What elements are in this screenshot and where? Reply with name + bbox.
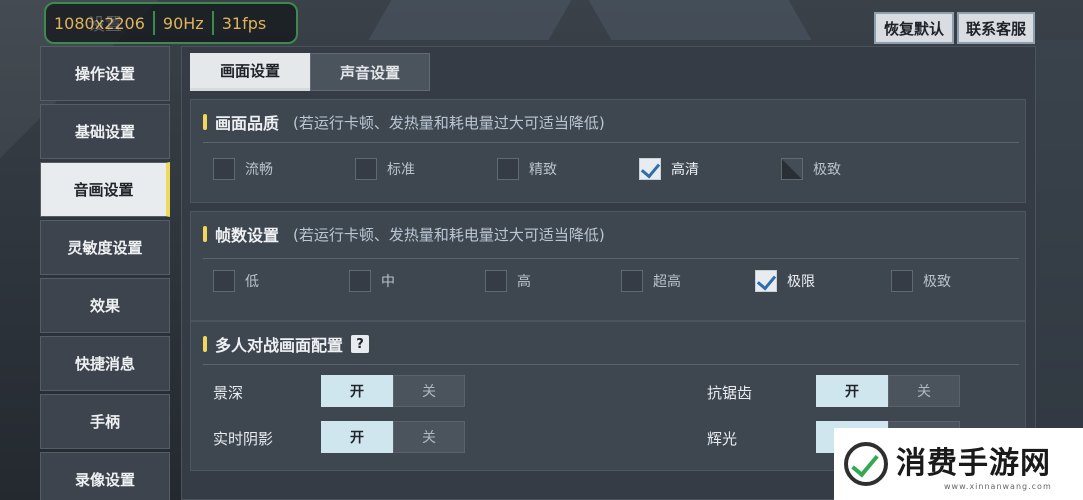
sidebar-item-sensitivity[interactable]: 灵敏度设置 xyxy=(40,220,170,275)
sidebar-item-basic[interactable]: 基础设置 xyxy=(40,104,170,159)
option-label: 流畅 xyxy=(245,162,273,178)
realtime-shadow-label: 实时阴影 xyxy=(213,430,274,448)
quality-section: 画面品质 (若运行卡顿、发热量和耗电量过大可适当降低) 流畅 标准 精致 高清 … xyxy=(190,99,1026,203)
checkbox[interactable] xyxy=(485,270,507,292)
section-header: 多人对战画面配置 ? xyxy=(203,332,370,356)
toggle-on[interactable]: 开 xyxy=(816,375,888,407)
checkbox[interactable] xyxy=(621,270,643,292)
sidebar-item-controller[interactable]: 手柄 xyxy=(40,394,170,449)
option-label: 极限 xyxy=(787,274,815,290)
bloom-label: 辉光 xyxy=(707,430,738,448)
accent-bar xyxy=(203,226,207,242)
checkbox[interactable] xyxy=(891,270,913,292)
section-title: 多人对战画面配置 xyxy=(215,336,344,355)
divider xyxy=(211,11,214,35)
checkbox-disabled xyxy=(781,158,803,180)
quality-option-standard[interactable]: 标准 xyxy=(355,158,415,180)
fps-option-medium[interactable]: 中 xyxy=(349,270,395,292)
ghost-title: 设置 xyxy=(88,15,122,35)
watermark-title: 消费手游网 xyxy=(896,445,1051,481)
fps-option-ultimate[interactable]: 极致 xyxy=(891,270,951,292)
checkbox[interactable] xyxy=(213,270,235,292)
checkbox[interactable] xyxy=(349,270,371,292)
option-label: 精致 xyxy=(529,162,557,178)
quality-option-fine[interactable]: 精致 xyxy=(497,158,557,180)
quality-option-smooth[interactable]: 流畅 xyxy=(213,158,273,180)
toggle-on[interactable]: 开 xyxy=(321,375,393,407)
tab-sound[interactable]: 声音设置 xyxy=(310,53,430,91)
checkbox-checked[interactable] xyxy=(639,158,661,180)
refresh-rate-readout: 90Hz xyxy=(162,13,204,33)
tab-bar: 画面设置 声音设置 xyxy=(190,53,430,91)
divider xyxy=(203,258,1019,259)
restore-default-button[interactable]: 恢复默认 xyxy=(874,12,954,44)
sidebar-item-audio-video[interactable]: 音画设置 xyxy=(40,162,170,217)
background-decor xyxy=(588,0,812,40)
watermark-text: 消费手游网 www.xinnanwang.com xyxy=(896,438,1052,491)
checkbox-checked[interactable] xyxy=(755,270,777,292)
sidebar-item-recording[interactable]: 录像设置 xyxy=(40,452,170,500)
fps-readout: 31fps xyxy=(221,13,267,33)
option-label: 低 xyxy=(245,274,259,290)
option-label: 中 xyxy=(381,274,395,290)
section-hint: (若运行卡顿、发热量和耗电量过大可适当降低) xyxy=(293,225,605,244)
option-label: 超高 xyxy=(653,274,681,290)
option-label: 高 xyxy=(517,274,531,290)
fps-option-very-high[interactable]: 超高 xyxy=(621,270,681,292)
anti-aliasing-label: 抗锯齿 xyxy=(707,384,753,402)
framerate-section: 帧数设置 (若运行卡顿、发热量和耗电量过大可适当降低) 低 中 高 超高 极限 … xyxy=(190,211,1026,321)
fps-option-high[interactable]: 高 xyxy=(485,270,531,292)
accent-bar xyxy=(203,114,207,130)
background-decor xyxy=(368,0,572,40)
option-label: 标准 xyxy=(387,162,415,178)
quality-option-hd[interactable]: 高清 xyxy=(639,158,699,180)
checkmark-logo-icon xyxy=(844,442,888,486)
checkbox[interactable] xyxy=(497,158,519,180)
divider xyxy=(203,364,1019,365)
section-hint: (若运行卡顿、发热量和耗电量过大可适当降低) xyxy=(293,113,605,132)
fps-overlay: 设置 1080x2206 90Hz 31fps xyxy=(44,2,298,44)
section-title: 画面品质 xyxy=(215,114,280,133)
checkbox[interactable] xyxy=(355,158,377,180)
sidebar-item-effects[interactable]: 效果 xyxy=(40,278,170,333)
quality-option-ultra: 极致 xyxy=(781,158,841,180)
section-header: 画面品质 (若运行卡顿、发热量和耗电量过大可适当降低) xyxy=(203,110,605,134)
option-label: 高清 xyxy=(671,162,699,178)
section-header: 帧数设置 (若运行卡顿、发热量和耗电量过大可适当降低) xyxy=(203,222,605,246)
depth-of-field-toggle[interactable]: 开 关 xyxy=(321,375,465,407)
toggle-off[interactable]: 关 xyxy=(393,375,465,407)
tab-graphics[interactable]: 画面设置 xyxy=(190,53,310,91)
fps-option-low[interactable]: 低 xyxy=(213,270,259,292)
toggle-off[interactable]: 关 xyxy=(888,375,960,407)
help-icon[interactable]: ? xyxy=(351,335,370,353)
section-title: 帧数设置 xyxy=(215,226,280,245)
sidebar-item-operation[interactable]: 操作设置 xyxy=(40,46,170,101)
toggle-on[interactable]: 开 xyxy=(321,421,393,453)
contact-support-button[interactable]: 联系客服 xyxy=(957,12,1035,44)
sidebar: 操作设置 基础设置 音画设置 灵敏度设置 效果 快捷消息 手柄 录像设置 xyxy=(40,46,172,500)
sidebar-item-quick-messages[interactable]: 快捷消息 xyxy=(40,336,170,391)
accent-bar xyxy=(203,336,207,352)
divider xyxy=(203,142,1019,143)
realtime-shadow-toggle[interactable]: 开 关 xyxy=(321,421,465,453)
depth-of-field-label: 景深 xyxy=(213,384,244,402)
option-label: 极致 xyxy=(813,162,841,178)
divider xyxy=(152,11,155,35)
toggle-off[interactable]: 关 xyxy=(393,421,465,453)
watermark-url: www.xinnanwang.com xyxy=(944,481,1052,491)
anti-aliasing-toggle[interactable]: 开 关 xyxy=(816,375,960,407)
fps-option-extreme[interactable]: 极限 xyxy=(755,270,815,292)
checkbox[interactable] xyxy=(213,158,235,180)
option-label: 极致 xyxy=(923,274,951,290)
watermark: 消费手游网 www.xinnanwang.com xyxy=(834,428,1083,500)
